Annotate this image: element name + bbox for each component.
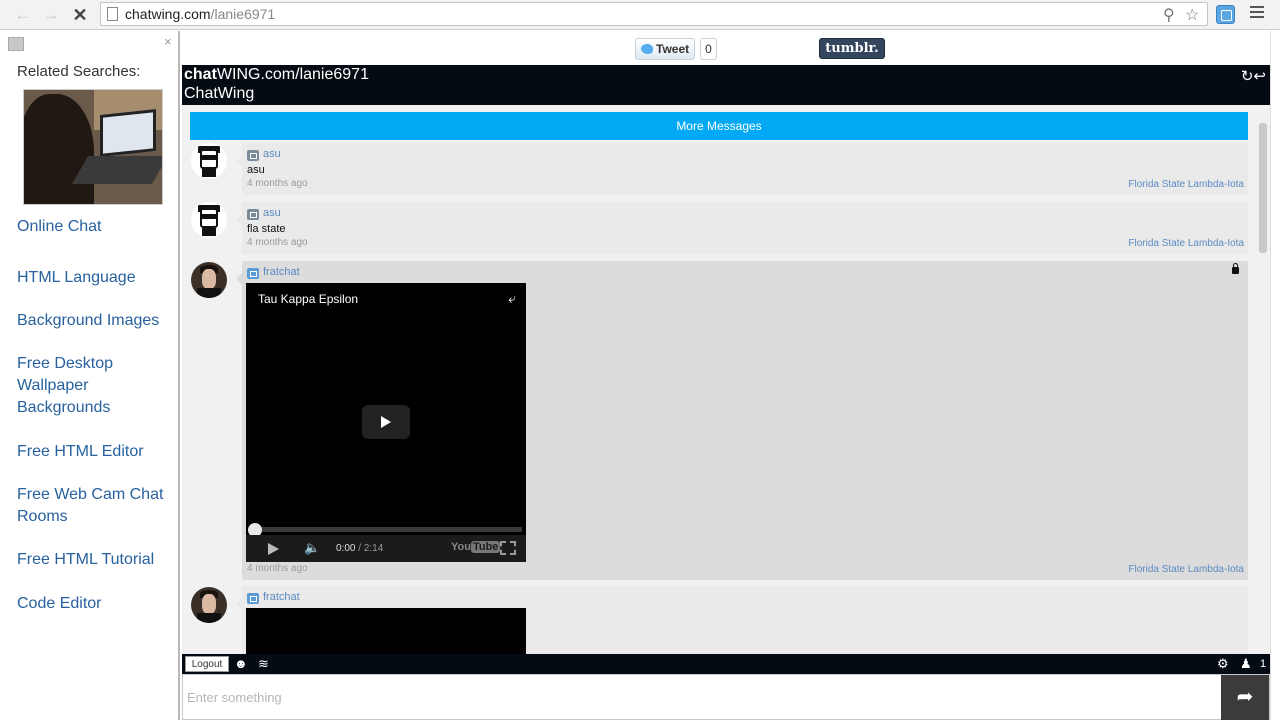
progress-bar[interactable] — [250, 527, 522, 532]
page-icon — [107, 7, 118, 21]
back-arrow-icon[interactable]: ← — [12, 4, 34, 26]
share-bar: Tweet 0 tumblr. — [182, 31, 1270, 65]
video-player[interactable] — [246, 608, 526, 654]
logout-button[interactable]: Logout — [185, 656, 229, 672]
chat-subtitle: ChatWing — [184, 85, 255, 102]
tweet-button[interactable]: Tweet — [635, 38, 695, 60]
username[interactable]: fratchat — [263, 591, 300, 603]
related-searches-sidebar: × Related Searches: Online Chat HTML Lan… — [0, 31, 180, 720]
gear-icon[interactable]: ⚙ — [1217, 656, 1229, 672]
chat-toolbar: Logout ☻ ≋ ⚙ ♟ 1 — [182, 654, 1270, 674]
message-list: More Messages asu asu 4 months ago Flori… — [182, 105, 1270, 654]
chat-message: fratchat Tau Kappa Epsilon ⤶ 🔈 0:00 / 2:… — [236, 261, 1248, 580]
chat-header: chatWING.com/lanie6971 ChatWing ↻↩ — [182, 65, 1270, 105]
sidebar-link[interactable]: Free Desktop Wallpaper Backgrounds — [17, 353, 175, 419]
message-text: asu — [247, 164, 265, 176]
tweet-count: 0 — [700, 38, 717, 60]
room-link[interactable]: Florida State Lambda-Iota — [1128, 179, 1244, 190]
avatar[interactable] — [191, 202, 227, 238]
avatar[interactable] — [191, 587, 227, 623]
video-player[interactable]: Tau Kappa Epsilon ⤶ 🔈 0:00 / 2:14 You Tub… — [246, 283, 526, 562]
chat-frame: Tweet 0 tumblr. chatWING.com/lanie6971 C… — [182, 31, 1270, 720]
sidebar-link[interactable]: Free Web Cam Chat Rooms — [17, 484, 175, 528]
username[interactable]: fratchat — [263, 266, 300, 278]
mustache-icon[interactable]: ≋ — [258, 656, 269, 672]
chat-message: asu asu 4 months ago Florida State Lambd… — [236, 143, 1248, 195]
sidebar-logo-icon — [8, 37, 24, 51]
emoticon-icon[interactable]: ☻ — [234, 656, 248, 671]
avatar[interactable] — [191, 262, 227, 298]
sidebar-heading: Related Searches: — [17, 63, 141, 80]
room-link[interactable]: Florida State Lambda-Iota — [1128, 238, 1244, 249]
chat-title: chatWING.com/lanie6971 — [184, 66, 369, 83]
sidebar-link[interactable]: HTML Language — [17, 267, 175, 289]
online-count: 1 — [1260, 658, 1267, 670]
sidebar-link[interactable]: Free HTML Tutorial — [17, 549, 175, 571]
extension-icon[interactable] — [1216, 5, 1235, 24]
user-icon — [247, 593, 259, 604]
message-input-area: ➦ — [182, 674, 1270, 720]
share-icon[interactable]: ⤶ — [508, 290, 516, 307]
address-bar[interactable]: chatwing.com/lanie6971 ⚲ ☆ — [100, 2, 1208, 26]
user-icon — [247, 209, 259, 220]
page-edge — [1270, 31, 1280, 720]
star-icon[interactable]: ☆ — [1185, 5, 1199, 25]
avatar[interactable] — [191, 143, 227, 179]
username[interactable]: asu — [263, 207, 281, 219]
room-link[interactable]: Florida State Lambda-Iota — [1128, 564, 1244, 575]
lock-icon — [1232, 263, 1239, 274]
username[interactable]: asu — [263, 148, 281, 160]
tumblr-button[interactable]: tumblr. — [819, 38, 885, 59]
message-time: 4 months ago — [247, 237, 308, 248]
chat-message: asu fla state 4 months ago Florida State… — [236, 202, 1248, 254]
volume-icon[interactable]: 🔈 — [304, 540, 320, 556]
sidebar-link[interactable]: Background Images — [17, 310, 175, 332]
user-icon — [247, 268, 259, 279]
youtube-logo-icon[interactable]: You Tube — [451, 541, 501, 553]
sidebar-link[interactable]: Code Editor — [17, 593, 175, 615]
video-controls: 🔈 0:00 / 2:14 You Tube — [246, 535, 526, 562]
menu-icon[interactable] — [1250, 6, 1264, 21]
close-icon[interactable]: × — [164, 34, 172, 49]
forward-arrow-icon[interactable]: → — [40, 4, 62, 26]
play-icon[interactable] — [268, 543, 279, 555]
message-time: 4 months ago — [247, 178, 308, 189]
fullscreen-icon[interactable] — [500, 541, 516, 555]
video-title[interactable]: Tau Kappa Epsilon — [258, 292, 358, 306]
message-text: fla state — [247, 223, 286, 235]
message-input[interactable] — [187, 678, 1217, 716]
video-time: 0:00 / 2:14 — [336, 543, 384, 554]
related-image[interactable] — [23, 89, 163, 205]
scrollbar[interactable] — [1256, 105, 1270, 654]
more-messages-button[interactable]: More Messages — [190, 112, 1248, 140]
url-text: chatwing.com/lanie6971 — [125, 6, 276, 22]
stop-icon[interactable]: ✕ — [69, 4, 91, 26]
send-button[interactable]: ➦ — [1221, 675, 1269, 720]
sidebar-link[interactable]: Online Chat — [17, 216, 175, 238]
users-icon[interactable]: ♟ — [1240, 656, 1252, 672]
twitter-bird-icon — [641, 44, 653, 54]
message-time: 4 months ago — [247, 563, 308, 574]
browser-toolbar: ← → ✕ chatwing.com/lanie6971 ⚲ ☆ — [0, 0, 1280, 30]
play-button[interactable] — [362, 405, 410, 439]
sidebar-link[interactable]: Free HTML Editor — [17, 441, 175, 463]
refresh-icon[interactable]: ↻↩ — [1241, 67, 1266, 85]
search-icon[interactable]: ⚲ — [1163, 5, 1175, 25]
user-icon — [247, 150, 259, 161]
chat-message: fratchat — [236, 586, 1248, 654]
